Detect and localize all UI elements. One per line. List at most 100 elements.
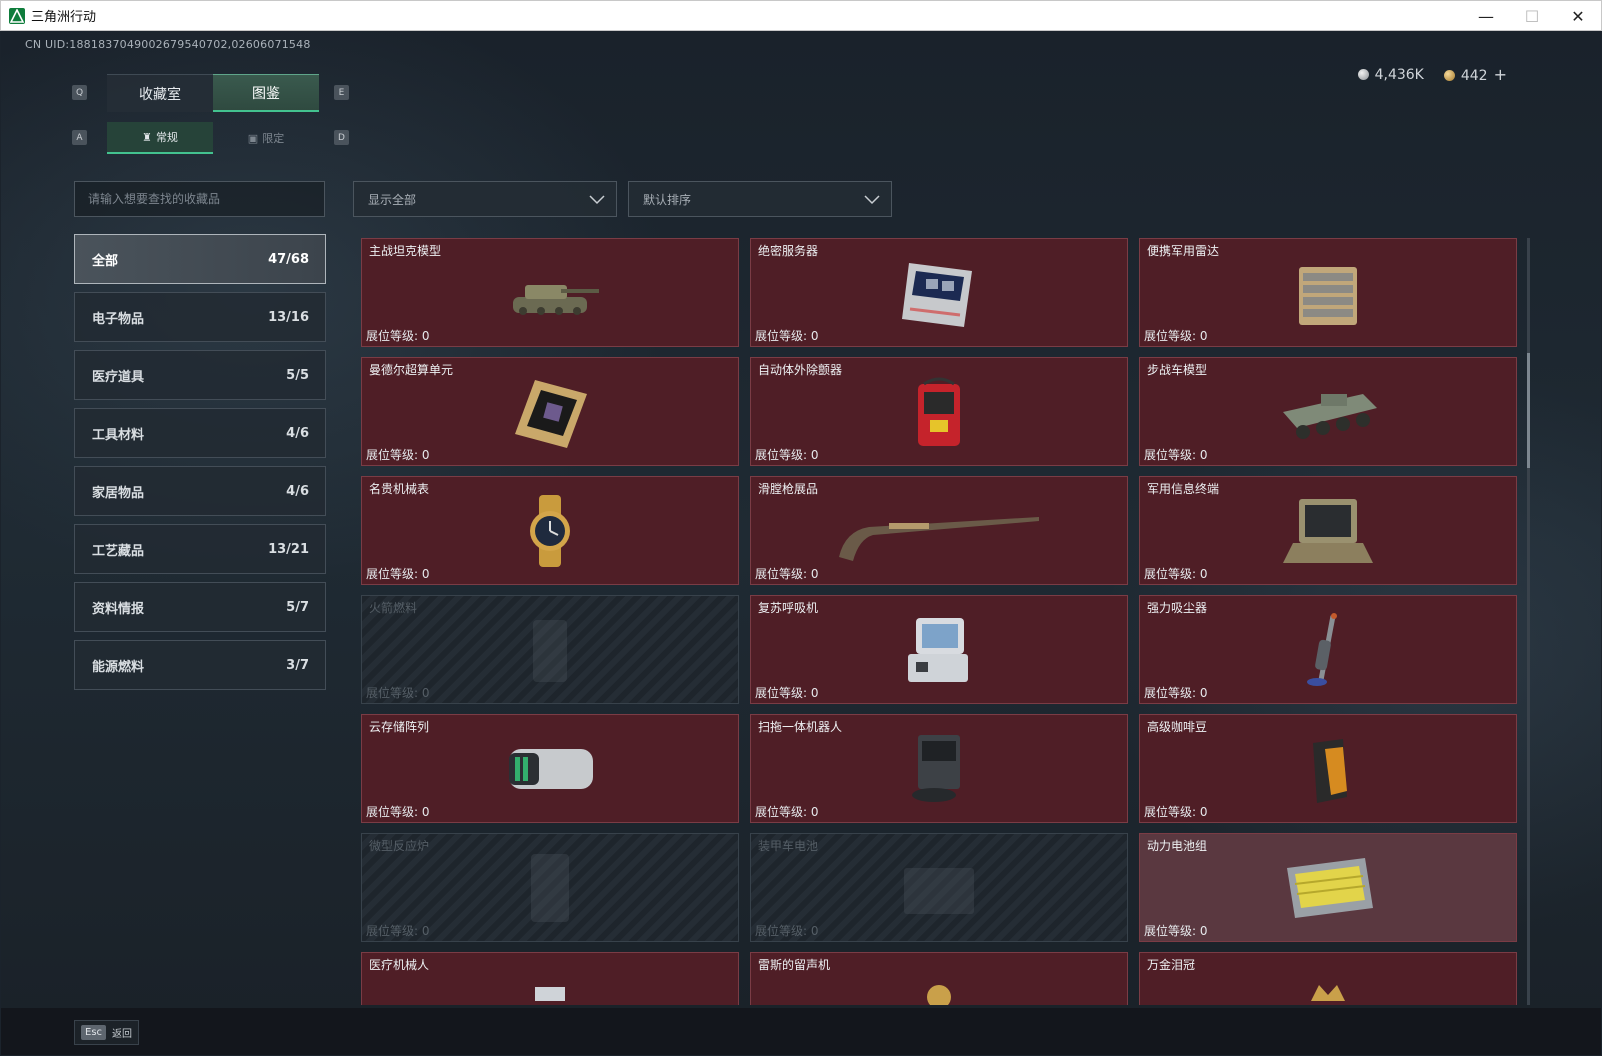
- level-value: 0: [810, 329, 819, 343]
- collection-card[interactable]: 自动体外除颤器 展位等级: 0: [750, 357, 1128, 466]
- category-item[interactable]: 电子物品 13/16: [74, 292, 326, 342]
- collection-card[interactable]: 强力吸尘器 展位等级: 0: [1139, 595, 1517, 704]
- category-item[interactable]: 工具材料 4/6: [74, 408, 326, 458]
- collection-card[interactable]: 装甲车电池 展位等级: 0: [750, 833, 1128, 942]
- scrollbar-thumb[interactable]: [1527, 353, 1530, 468]
- item-name: 曼德尔超算单元: [369, 363, 454, 377]
- category-count: 5/5: [286, 367, 309, 383]
- collection-card[interactable]: 万金泪冠展位等级:: [1139, 952, 1517, 1005]
- level-prefix: 展位等级:: [1144, 448, 1197, 462]
- level-prefix: 展位等级:: [1144, 924, 1197, 938]
- item-level: 展位等级: 0: [755, 684, 819, 701]
- minimize-button[interactable]: —: [1463, 1, 1509, 31]
- category-item[interactable]: 家居物品 4/6: [74, 466, 326, 516]
- item-name: 万金泪冠: [1147, 958, 1196, 972]
- sort-dropdown[interactable]: 默认排序: [628, 181, 892, 217]
- watch-icon: [495, 491, 605, 571]
- add-currency-button[interactable]: +: [1494, 65, 1507, 84]
- collection-card[interactable]: 云存储阵列 展位等级: 0: [361, 714, 739, 823]
- sub-tabs: ♜ 常规 ▣ 限定: [107, 122, 319, 154]
- coffee-beans-icon: [1273, 729, 1383, 809]
- item-level: 展位等级: 0: [366, 684, 430, 701]
- tab-limited-label: 限定: [262, 132, 285, 145]
- collection-card[interactable]: 滑膛枪展品 展位等级: 0: [750, 476, 1128, 585]
- collection-card[interactable]: 复苏呼吸机 展位等级: 0: [750, 595, 1128, 704]
- main-tabs: 收藏室 图鉴: [107, 74, 319, 112]
- level-prefix: 展位等级:: [755, 329, 808, 343]
- level-prefix: 展位等级:: [1144, 329, 1197, 343]
- crown-icon: [1273, 967, 1383, 1005]
- key-hint-a: A: [72, 130, 87, 145]
- player-uid: CN UID:1881837049002679540702,0260607154…: [25, 38, 311, 51]
- collection-card[interactable]: 火箭燃料 展位等级: 0: [361, 595, 739, 704]
- key-hint-q: Q: [72, 85, 87, 100]
- close-button[interactable]: ✕: [1555, 1, 1601, 31]
- category-label: 工具材料: [92, 427, 145, 443]
- back-button[interactable]: Esc 返回: [74, 1020, 140, 1045]
- search-input[interactable]: [88, 192, 311, 206]
- level-value: 0: [421, 567, 430, 581]
- category-item[interactable]: 能源燃料 3/7: [74, 640, 326, 690]
- collection-card[interactable]: 扫拖一体机器人 展位等级: 0: [750, 714, 1128, 823]
- collection-card[interactable]: 名贵机械表展位等级: 0: [361, 476, 739, 585]
- collection-card[interactable]: 微型反应炉展位等级: 0: [361, 833, 739, 942]
- level-prefix: 展位等级:: [366, 805, 419, 819]
- category-item[interactable]: 全部 47/68: [74, 234, 326, 284]
- level-value: 0: [810, 448, 819, 462]
- collection-card[interactable]: 便携军用雷达 展位等级: 0: [1139, 238, 1517, 347]
- tab-collection-room[interactable]: 收藏室: [107, 74, 213, 112]
- filter-dropdown[interactable]: 显示全部: [353, 181, 617, 217]
- currency-bar: 4,436K 442 +: [1357, 65, 1507, 84]
- item-name: 高级咖啡豆: [1147, 720, 1208, 734]
- item-name: 步战车模型: [1147, 363, 1208, 377]
- level-value: 0: [810, 924, 819, 938]
- item-name: 名贵机械表: [369, 482, 430, 496]
- item-level: 展位等级: 0: [366, 922, 430, 939]
- vacuum-icon: [1273, 610, 1383, 690]
- esc-key-hint: Esc: [81, 1025, 107, 1040]
- collection-card[interactable]: 雷斯的留声机展位等级:: [750, 952, 1128, 1005]
- collection-card[interactable]: 高级咖啡豆 展位等级: 0: [1139, 714, 1517, 823]
- item-name: 便携军用雷达: [1147, 244, 1220, 258]
- level-prefix: 展位等级:: [366, 567, 419, 581]
- tab-codex[interactable]: 图鉴: [213, 74, 319, 112]
- collection-card[interactable]: 主战坦克模型 展位等级: 0: [361, 238, 739, 347]
- tab-limited[interactable]: ▣ 限定: [213, 122, 319, 154]
- collection-card[interactable]: 医疗机械人展位等级:: [361, 952, 739, 1005]
- category-item[interactable]: 医疗道具 5/5: [74, 350, 326, 400]
- level-value: 0: [1199, 924, 1208, 938]
- sort-dropdown-value: 默认排序: [643, 192, 692, 207]
- item-name: 扫拖一体机器人: [758, 720, 843, 734]
- collection-grid: 主战坦克模型 展位等级: 0 绝密服务器 展位等级: 0 便携军用雷达 展位等级: 0 曼德…: [361, 238, 1526, 1005]
- collection-card[interactable]: 绝密服务器 展位等级: 0: [750, 238, 1128, 347]
- category-count: 5/7: [286, 599, 309, 615]
- category-item[interactable]: 资料情报 5/7: [74, 582, 326, 632]
- item-level: 展位等级: 0: [755, 565, 819, 582]
- item-name: 自动体外除颤器: [758, 363, 843, 377]
- category-count: 4/6: [286, 425, 309, 441]
- maximize-button[interactable]: ☐: [1509, 1, 1555, 31]
- level-value: 0: [421, 448, 430, 462]
- item-name: 云存储阵列: [369, 720, 430, 734]
- collection-card[interactable]: 动力电池组 展位等级: 0: [1139, 833, 1517, 942]
- category-count: 4/6: [286, 483, 309, 499]
- tab-regular[interactable]: ♜ 常规: [107, 122, 213, 154]
- collection-card[interactable]: 军用信息终端 展位等级: 0: [1139, 476, 1517, 585]
- grid-scrollbar[interactable]: [1527, 238, 1530, 1005]
- level-value: 0: [421, 686, 430, 700]
- search-box: [74, 181, 325, 217]
- item-level: 展位等级: 0: [366, 565, 430, 582]
- filter-dropdown-value: 显示全部: [368, 192, 417, 207]
- collection-card[interactable]: 步战车模型 展位等级: 0: [1139, 357, 1517, 466]
- category-count: 3/7: [286, 657, 309, 673]
- key-hint-d: D: [334, 130, 349, 145]
- category-list: 全部 47/68 电子物品 13/16 医疗道具 5/5 工具材料 4/6 家居物品 4/6 工艺藏…: [74, 234, 326, 698]
- collection-card[interactable]: 曼德尔超算单元 展位等级: 0: [361, 357, 739, 466]
- storage-array-icon: [495, 729, 605, 809]
- level-prefix: 展位等级:: [366, 329, 419, 343]
- item-name: 微型反应炉: [369, 839, 430, 853]
- category-item[interactable]: 工艺藏品 13/21: [74, 524, 326, 574]
- item-name: 医疗机械人: [369, 958, 430, 972]
- footer-bar: Esc 返回: [1, 1008, 1601, 1055]
- category-label: 电子物品: [92, 311, 145, 327]
